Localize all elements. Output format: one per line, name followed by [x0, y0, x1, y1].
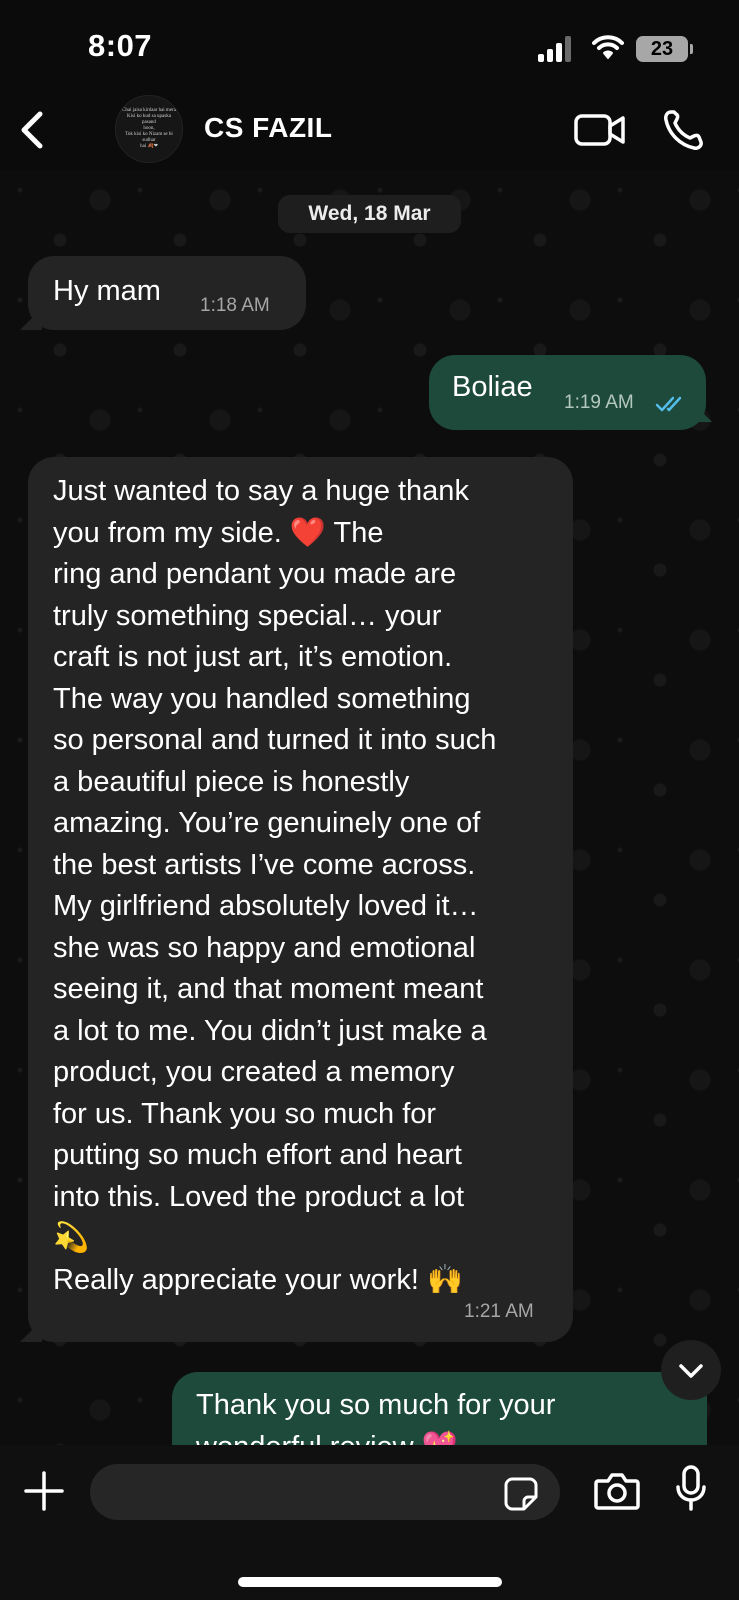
- cellular-signal-icon: [538, 36, 578, 62]
- wifi-icon: [592, 35, 624, 59]
- plus-icon[interactable]: [24, 1471, 64, 1511]
- incoming-message[interactable]: Hy mam 1:18 AM: [28, 256, 306, 330]
- message-time: 1:21 AM: [464, 1301, 534, 1322]
- message-text: Just wanted to say a huge thank you from…: [53, 475, 497, 1296]
- message-input[interactable]: [90, 1464, 560, 1520]
- message-text: Boliae: [452, 371, 533, 403]
- battery-tip: [690, 44, 693, 54]
- outgoing-message[interactable]: Boliae 1:19 AM: [429, 355, 706, 430]
- message-time: 1:18 AM: [200, 295, 270, 316]
- chat-header: Chai jaisa kirdaar hai mera Kisi ko kud …: [0, 90, 739, 170]
- contact-name[interactable]: CS FAZIL: [204, 112, 332, 144]
- message-text: Hy mam: [53, 275, 161, 307]
- avatar[interactable]: Chai jaisa kirdaar hai mera Kisi ko kud …: [115, 95, 183, 163]
- scroll-to-bottom-button[interactable]: [661, 1340, 721, 1400]
- incoming-message[interactable]: Just wanted to say a huge thank you from…: [28, 457, 573, 1342]
- message-time: 1:19 AM: [564, 392, 634, 413]
- double-check-icon: [655, 396, 682, 412]
- battery-indicator: 23: [636, 36, 688, 62]
- home-indicator: [238, 1577, 502, 1587]
- video-camera-icon[interactable]: [574, 110, 626, 150]
- status-time: 8:07: [88, 28, 153, 63]
- date-separator: Wed, 18 Mar: [278, 195, 461, 233]
- camera-icon[interactable]: [594, 1471, 640, 1511]
- phone-icon[interactable]: [662, 108, 704, 152]
- status-bar: 8:07 23: [0, 0, 739, 90]
- sticker-icon[interactable]: [504, 1477, 538, 1511]
- avatar-caption: Chai jaisa kirdaar hai mera Kisi ko kud …: [122, 108, 176, 149]
- composer-bar: [0, 1445, 739, 1600]
- chevron-left-icon[interactable]: [14, 108, 54, 152]
- chevron-down-icon: [679, 1364, 703, 1378]
- microphone-icon[interactable]: [675, 1465, 707, 1513]
